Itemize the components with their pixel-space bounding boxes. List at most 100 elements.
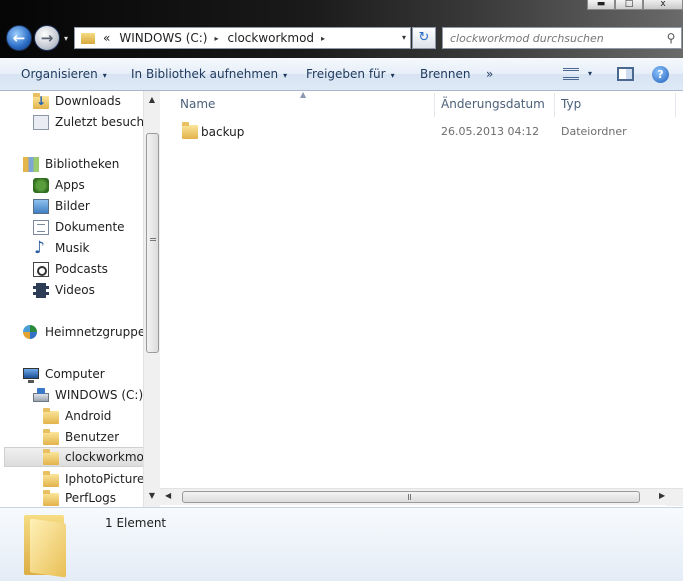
nav-item-label: PerfLogs <box>65 491 117 505</box>
share-with-button[interactable]: Freigeben für ▾ <box>306 67 395 81</box>
nav-item-music[interactable]: Musik <box>33 238 90 258</box>
navigation-scrollbar[interactable]: ▲ ▼ <box>143 91 160 507</box>
nav-item-label: Musik <box>55 241 90 255</box>
breadcrumb-separator-icon[interactable]: ▸ <box>215 34 219 43</box>
arrow-left-icon: ← <box>12 29 26 47</box>
breadcrumb-drive[interactable]: WINDOWS (C:) <box>119 31 207 45</box>
refresh-button[interactable]: ↻ <box>412 27 436 49</box>
folder-icon <box>24 515 68 578</box>
nav-item-pictures[interactable]: Bilder <box>33 196 90 216</box>
file-date: 26.05.2013 04:12 <box>441 125 540 138</box>
folder-icon <box>43 428 59 445</box>
navigation-buttons: ← → ▾ <box>5 25 73 53</box>
grip-icon <box>150 238 156 246</box>
column-divider[interactable] <box>554 93 555 117</box>
nav-item-downloads[interactable]: Downloads <box>33 91 121 111</box>
chevron-down-icon: ▾ <box>283 71 288 80</box>
nav-item-label: Dokumente <box>55 220 125 234</box>
scrollbar-thumb[interactable] <box>182 491 640 503</box>
window-chrome: ▬ □ x ← → ▾ « WINDOWS (C:) ▸ clockworkmo… <box>0 0 683 58</box>
folder-icon <box>43 448 59 465</box>
organize-button[interactable]: Organisieren ▾ <box>21 67 107 81</box>
preview-pane-icon[interactable] <box>617 67 634 81</box>
homegroup-icon <box>23 324 39 340</box>
organize-label: Organisieren <box>21 67 98 81</box>
music-icon <box>33 238 49 258</box>
scroll-left-icon[interactable]: ◀ <box>165 491 171 500</box>
folder-icon <box>81 32 95 44</box>
nav-item-label: Zuletzt besucht <box>55 115 149 129</box>
breadcrumb-overflow-button[interactable]: « <box>103 31 110 45</box>
nav-item-perflogs[interactable]: PerfLogs <box>43 490 116 506</box>
address-history-dropdown-icon[interactable]: ▾ <box>402 33 406 42</box>
horizontal-scrollbar[interactable]: ◀ ▶ <box>160 488 683 506</box>
column-divider[interactable] <box>434 93 435 117</box>
burn-button[interactable]: Brennen <box>420 67 470 81</box>
scroll-down-icon[interactable]: ▼ <box>144 491 160 500</box>
forward-button[interactable]: → <box>34 25 60 51</box>
apps-icon <box>33 177 49 193</box>
help-icon[interactable]: ? <box>652 66 669 83</box>
command-bar: Organisieren ▾ In Bibliothek aufnehmen ▾ F… <box>0 58 683 91</box>
file-name: backup <box>201 125 245 139</box>
folder-icon <box>43 407 59 424</box>
nav-item-label: Benutzer <box>65 430 120 444</box>
nav-item-label: Bilder <box>55 199 90 213</box>
more-commands-button[interactable]: » <box>486 67 493 81</box>
scroll-right-icon[interactable]: ▶ <box>659 491 665 500</box>
libraries-icon <box>23 156 39 172</box>
table-row[interactable]: backup 26.05.2013 04:12 Dateiordner <box>176 121 676 143</box>
nav-item-apps[interactable]: Apps <box>33 175 85 195</box>
nav-item-iphotopictures[interactable]: IphotoPictures <box>43 469 151 489</box>
search-box[interactable]: ⚲ <box>442 27 682 49</box>
close-button[interactable]: x <box>643 0 683 10</box>
views-dropdown-icon[interactable]: ▾ <box>588 69 592 78</box>
podcasts-icon <box>33 261 49 277</box>
nav-item-libraries[interactable]: Bibliotheken <box>23 154 119 174</box>
window-controls: ▬ □ x <box>587 0 683 10</box>
back-button[interactable]: ← <box>6 25 32 51</box>
nav-item-podcasts[interactable]: Podcasts <box>33 259 108 279</box>
sort-ascending-icon: ▲ <box>300 90 307 99</box>
minimize-button[interactable]: ▬ <box>587 0 615 10</box>
nav-item-label: Videos <box>55 283 95 297</box>
scrollbar-corner <box>666 489 683 506</box>
scroll-up-icon[interactable]: ▲ <box>144 95 160 104</box>
nav-item-label: Bibliotheken <box>45 157 120 171</box>
breadcrumb-separator-icon[interactable]: ▸ <box>321 34 325 43</box>
nav-item-recent-places[interactable]: Zuletzt besucht <box>33 112 149 132</box>
column-header-type[interactable]: Typ <box>561 97 581 115</box>
computer-icon <box>23 367 39 383</box>
nav-item-label: WINDOWS (C:) <box>55 388 144 402</box>
nav-item-videos[interactable]: Videos <box>33 280 95 300</box>
nav-item-label: Heimnetzgruppe <box>45 325 146 339</box>
chevron-down-icon: ▾ <box>390 71 395 80</box>
folder-icon <box>43 470 59 487</box>
column-header-name[interactable]: Name <box>180 97 215 115</box>
address-bar[interactable]: « WINDOWS (C:) ▸ clockworkmod ▸ ▾ <box>74 27 411 49</box>
maximize-button[interactable]: □ <box>615 0 643 10</box>
breadcrumb-current-folder[interactable]: clockworkmod <box>228 31 315 45</box>
details-pane: 1 Element <box>0 507 683 581</box>
nav-item-label: IphotoPictures <box>65 472 151 486</box>
scrollbar-thumb[interactable] <box>146 133 159 353</box>
column-divider[interactable] <box>675 93 676 117</box>
nav-item-clockworkmod[interactable]: clockworkmod <box>4 447 144 467</box>
recent-pages-dropdown-icon[interactable]: ▾ <box>64 34 68 43</box>
search-icon[interactable]: ⚲ <box>661 31 681 45</box>
include-in-library-button[interactable]: In Bibliothek aufnehmen ▾ <box>131 67 287 81</box>
nav-item-computer[interactable]: Computer <box>23 364 105 384</box>
search-input[interactable] <box>450 29 661 47</box>
views-icon[interactable] <box>563 68 579 80</box>
nav-item-windows-drive[interactable]: WINDOWS (C:) <box>33 385 143 405</box>
nav-item-homegroup[interactable]: Heimnetzgruppe <box>23 322 145 342</box>
nav-item-benutzer[interactable]: Benutzer <box>43 427 119 447</box>
recent-places-icon <box>33 114 49 130</box>
item-count: 1 Element <box>105 516 167 530</box>
column-header-date[interactable]: Änderungsdatum <box>441 97 545 115</box>
include-in-library-label: In Bibliothek aufnehmen <box>131 67 279 81</box>
nav-item-label: Apps <box>55 178 85 192</box>
pictures-icon <box>33 198 49 214</box>
nav-item-android[interactable]: Android <box>43 406 111 426</box>
nav-item-documents[interactable]: Dokumente <box>33 217 125 237</box>
